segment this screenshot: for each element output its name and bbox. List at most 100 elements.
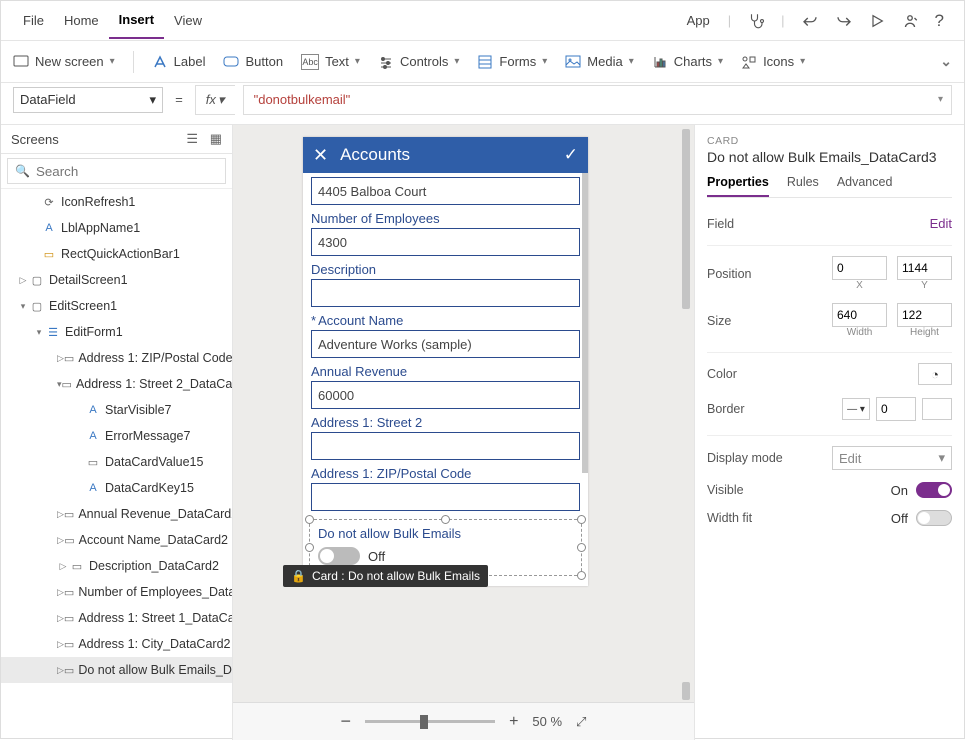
canvas-scrollbar[interactable] (682, 129, 690, 700)
tree-item-city[interactable]: ▷▭Address 1: City_DataCard2 (1, 631, 232, 657)
property-selector[interactable]: DataField▾ (13, 87, 163, 113)
tab-properties[interactable]: Properties (707, 175, 769, 197)
tree-item-errormsg[interactable]: AErrorMessage7 (1, 423, 232, 449)
size-label: Size (707, 314, 731, 328)
charts-dropdown[interactable]: Charts▾ (652, 54, 723, 70)
street2-input[interactable] (311, 432, 580, 460)
formula-input[interactable]: "donotbulkemail" ▾ (243, 85, 952, 115)
thumbnail-view-icon[interactable]: ▦ (210, 131, 222, 146)
tree-item-dcval[interactable]: ▭DataCardValue15 (1, 449, 232, 475)
street2-label: Address 1: Street 2 (311, 415, 580, 430)
formula-expand-icon[interactable]: ▾ (938, 94, 943, 105)
tab-advanced[interactable]: Advanced (837, 175, 893, 197)
tab-rules[interactable]: Rules (787, 175, 819, 197)
tree-item-street1[interactable]: ▷▭Address 1: Street 1_DataCar (1, 605, 232, 631)
phone-preview[interactable]: ✕ Accounts ✓ 4405 Balboa Court Number of… (303, 137, 588, 586)
menu-app[interactable]: App (677, 3, 720, 38)
tree-item-zip[interactable]: ▷▭Address 1: ZIP/Postal Code_ (1, 345, 232, 371)
phone-scrollbar[interactable] (582, 173, 588, 473)
numemp-input[interactable]: 4300 (311, 228, 580, 256)
card-name: Do not allow Bulk Emails_DataCard3 (707, 149, 952, 165)
visible-label: Visible (707, 483, 744, 497)
size-width-input[interactable] (832, 303, 887, 327)
label-icon: A (85, 429, 101, 443)
border-style-picker[interactable]: — ▾ (842, 398, 870, 420)
locked-card-tooltip: 🔒 Card : Do not allow Bulk Emails (283, 565, 488, 587)
card-icon: ▭ (64, 637, 74, 651)
menu-file[interactable]: File (13, 3, 54, 38)
undo-icon[interactable] (793, 4, 827, 38)
screen-icon: ▢ (29, 273, 45, 287)
zoom-value: 50 % (532, 714, 562, 729)
fullscreen-icon[interactable]: ⤢ (576, 714, 586, 730)
tree-item-dckey[interactable]: ADataCardKey15 (1, 475, 232, 501)
tree-item-iconrefresh[interactable]: ⟳IconRefresh1 (1, 189, 232, 215)
media-dropdown[interactable]: Media▾ (565, 54, 633, 70)
text-dropdown[interactable]: Abc Text▾ (301, 54, 360, 70)
tree-item-rectquick[interactable]: ▭RectQuickActionBar1 (1, 241, 232, 267)
tree-item-acctname[interactable]: ▷▭Account Name_DataCard2 (1, 527, 232, 553)
visible-toggle[interactable] (916, 482, 952, 498)
tree-view-icon[interactable]: ☰ (186, 131, 198, 146)
media-icon (565, 54, 581, 70)
position-x-input[interactable] (832, 256, 887, 280)
fx-button[interactable]: fx▾ (195, 85, 235, 115)
widthfit-toggle[interactable] (916, 510, 952, 526)
color-label: Color (707, 367, 737, 381)
canvas[interactable]: ✕ Accounts ✓ 4405 Balboa Court Number of… (233, 125, 694, 740)
tree-item-annual[interactable]: ▷▭Annual Revenue_DataCard2 (1, 501, 232, 527)
redo-icon[interactable] (827, 4, 861, 38)
forms-dropdown[interactable]: Forms▾ (477, 54, 547, 70)
border-color-picker[interactable] (922, 398, 952, 420)
search-input[interactable] (7, 158, 226, 184)
zoom-slider[interactable] (365, 720, 495, 723)
acct-input[interactable]: Adventure Works (sample) (311, 330, 580, 358)
tree-item-lblappname[interactable]: ALblAppName1 (1, 215, 232, 241)
icons-dropdown[interactable]: Icons▾ (741, 54, 805, 70)
tree-item-street2[interactable]: ▾▭Address 1: Street 2_DataCar (1, 371, 232, 397)
tree-item-editscreen[interactable]: ▾▢EditScreen1 (1, 293, 232, 319)
tree-item-donot[interactable]: ▷▭Do not allow Bulk Emails_D (1, 657, 232, 683)
share-icon[interactable] (893, 4, 927, 38)
donot-toggle[interactable]: Off (318, 547, 573, 565)
refresh-icon: ⟳ (41, 195, 57, 209)
zoom-in-button[interactable]: + (509, 713, 518, 731)
button-icon (223, 54, 239, 70)
annual-input[interactable]: 60000 (311, 381, 580, 409)
tree-item-desc[interactable]: ▷▭Description_DataCard2 (1, 553, 232, 579)
tree-view[interactable]: ⟳IconRefresh1 ALblAppName1 ▭RectQuickAct… (1, 189, 232, 740)
numemp-label: Number of Employees (311, 211, 580, 226)
close-icon[interactable]: ✕ (313, 145, 328, 166)
street1-input[interactable]: 4405 Balboa Court (311, 177, 580, 205)
color-picker[interactable]: ◔ (918, 363, 952, 385)
menu-view[interactable]: View (164, 3, 212, 38)
desc-input[interactable] (311, 279, 580, 307)
size-height-input[interactable] (897, 303, 952, 327)
menu-insert[interactable]: Insert (109, 2, 164, 39)
button-button[interactable]: Button (223, 54, 283, 70)
menu-home[interactable]: Home (54, 3, 109, 38)
tree-item-numemp[interactable]: ▷▭Number of Employees_Data (1, 579, 232, 605)
stethoscope-icon[interactable] (739, 4, 773, 38)
tree-item-detailscreen[interactable]: ▷▢DetailScreen1 (1, 267, 232, 293)
new-screen-button[interactable]: New screen▾ (13, 54, 115, 70)
help-icon[interactable]: ? (927, 3, 952, 39)
rect-icon: ▭ (41, 247, 57, 261)
tree-item-editform[interactable]: ▾☰EditForm1 (1, 319, 232, 345)
card-icon: ▭ (64, 585, 74, 599)
tree-item-starvisible[interactable]: AStarVisible7 (1, 397, 232, 423)
play-icon[interactable] (861, 5, 893, 37)
position-y-input[interactable] (897, 256, 952, 280)
zoom-out-button[interactable]: − (341, 711, 352, 732)
zip-input[interactable] (311, 483, 580, 511)
display-mode-select[interactable]: Edit▾ (832, 446, 952, 470)
controls-icon (378, 54, 394, 70)
collapse-ribbon[interactable]: ⌄ (940, 53, 952, 70)
label-button[interactable]: Label (152, 54, 206, 70)
border-label: Border (707, 402, 745, 416)
controls-dropdown[interactable]: Controls▾ (378, 54, 459, 70)
border-width-input[interactable] (876, 397, 916, 421)
field-edit-link[interactable]: Edit (930, 216, 952, 231)
check-icon[interactable]: ✓ (564, 145, 578, 165)
menu-bar: File Home Insert View App | | ? (1, 1, 964, 41)
